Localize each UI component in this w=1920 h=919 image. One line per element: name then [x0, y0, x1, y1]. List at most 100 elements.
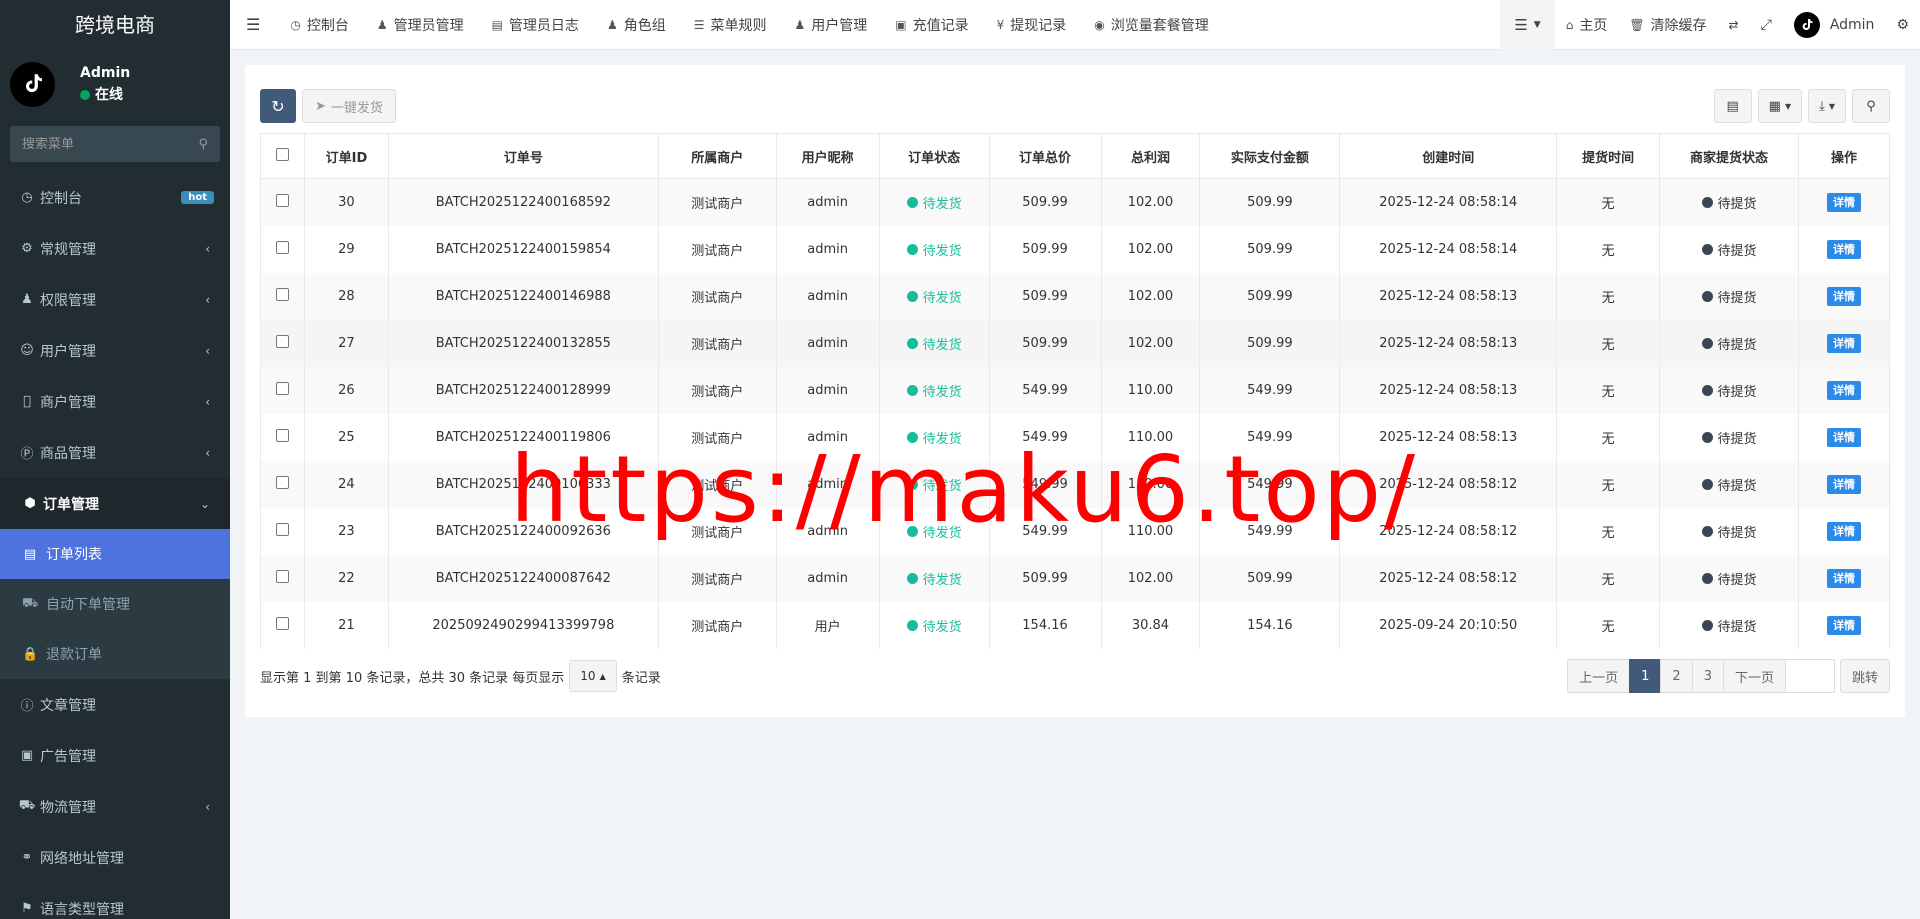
row-checkbox[interactable] — [275, 616, 289, 630]
row-checkbox[interactable] — [275, 569, 289, 583]
cell-merchant: 测试商户 — [657, 507, 777, 555]
row-checkbox[interactable] — [275, 428, 289, 442]
tab-admin-log[interactable]: ▤ 管理员日志 — [478, 0, 593, 50]
sidebar-item-dashboard[interactable]: ◷ 控制台 hot — [0, 172, 230, 223]
jump-button[interactable]: 跳转 — [1839, 659, 1890, 693]
cell-pickup-time: 无 — [1556, 178, 1661, 226]
cell-pickup-time: 无 — [1556, 319, 1661, 367]
columns-button[interactable]: ▦ ▼ — [1757, 89, 1803, 123]
language-switch-button[interactable]: ⇄ — [1718, 0, 1750, 50]
sidebar-item-articles[interactable]: ⓘ 文章管理 — [0, 679, 230, 730]
row-checkbox[interactable] — [275, 334, 289, 348]
sidebar-item-network[interactable]: ⚭ 网络地址管理 — [0, 832, 230, 883]
tab-list-dropdown[interactable]: ☰ ▼ — [1500, 0, 1555, 50]
row-checkbox[interactable] — [275, 240, 289, 254]
col-order-no[interactable]: 订单号 — [387, 133, 659, 179]
cell-profit: 102.00 — [1100, 319, 1201, 367]
sidebar-item-order-list[interactable]: ▤ 订单列表 — [0, 529, 230, 579]
app-title[interactable]: 跨境电商 — [0, 0, 230, 50]
detail-button[interactable]: 详情 — [1826, 287, 1861, 306]
status-dot-icon — [906, 619, 918, 631]
col-pickup-status[interactable]: 商家提货状态 — [1659, 133, 1799, 179]
row-checkbox[interactable] — [275, 522, 289, 536]
tab-label: 用户管理 — [811, 17, 868, 34]
detail-button[interactable]: 详情 — [1826, 475, 1861, 494]
sidebar-item-label: 常规管理 — [40, 241, 96, 258]
group-icon: ♟ — [21, 292, 33, 307]
clear-cache-button[interactable]: 🗑 清除缓存 — [1618, 0, 1717, 50]
col-order-status[interactable]: 订单状态 — [878, 133, 990, 179]
order-status-badge: 待发货 — [906, 193, 962, 212]
prev-page-button[interactable]: 上一页 — [1567, 659, 1631, 693]
table-toolbar: ↻ ➤ 一键发货 ▤ ▦ ▼ ⤓ ▼ ⚲ — [260, 89, 1890, 123]
tab-admin-manage[interactable]: ♟ 管理员管理 — [363, 0, 478, 50]
paper-plane-icon: ➤ — [315, 98, 326, 114]
settings-button[interactable]: ⚙ — [1885, 0, 1920, 50]
sidebar-item-general[interactable]: ⚙ 常规管理 ‹ — [0, 223, 230, 274]
sidebar-item-permission[interactable]: ♟ 权限管理 ‹ — [0, 274, 230, 325]
list-icon: ▤ — [23, 546, 37, 562]
export-button[interactable]: ⤓ ▼ — [1808, 89, 1846, 123]
sidebar-item-language[interactable]: ⚑ 语言类型管理 — [0, 883, 230, 919]
col-nickname[interactable]: 用户昵称 — [775, 133, 880, 179]
fullscreen-button[interactable]: ⤢ — [1750, 0, 1783, 50]
detail-button[interactable]: 详情 — [1826, 569, 1861, 588]
page-size-dropdown[interactable]: 10 ▲ — [569, 660, 617, 692]
sidebar-item-label: 商户管理 — [40, 394, 96, 411]
user-circle-icon: ☺ — [20, 343, 34, 358]
search-icon[interactable]: ⚲ — [198, 137, 208, 152]
page-3-button[interactable]: 3 — [1691, 659, 1724, 693]
sidebar-item-orders[interactable]: ⬢ 订单管理 ⌄ — [0, 478, 230, 529]
page-1-button[interactable]: 1 — [1629, 659, 1662, 693]
tab-withdraw[interactable]: ¥ 提现记录 — [983, 0, 1081, 50]
tab-role-group[interactable]: ♟ 角色组 — [593, 0, 680, 50]
col-paid[interactable]: 实际支付金额 — [1199, 133, 1341, 179]
sidebar-item-refund-order[interactable]: 🔒 退款订单 — [0, 629, 230, 679]
cell-profit: 102.00 — [1100, 225, 1201, 273]
detail-button[interactable]: 详情 — [1826, 240, 1861, 259]
one-click-ship-button[interactable]: ➤ 一键发货 — [302, 89, 396, 123]
detail-button[interactable]: 详情 — [1826, 522, 1861, 541]
sidebar-item-auto-order[interactable]: ⛟ 自动下单管理 — [0, 579, 230, 629]
chevron-down-icon: ⌄ — [199, 496, 210, 511]
row-checkbox[interactable] — [275, 381, 289, 395]
detail-button[interactable]: 详情 — [1826, 193, 1861, 213]
detail-button[interactable]: 详情 — [1826, 616, 1861, 635]
detail-button[interactable]: 详情 — [1826, 381, 1861, 400]
search-toggle-button[interactable]: ⚲ — [1852, 89, 1890, 123]
col-pickup-time[interactable]: 提货时间 — [1556, 133, 1661, 179]
row-checkbox[interactable] — [275, 287, 289, 301]
tab-user-manage[interactable]: ♟ 用户管理 — [780, 0, 881, 50]
col-merchant[interactable]: 所属商户 — [657, 133, 777, 179]
sidebar-item-ads[interactable]: ▣ 广告管理 — [0, 730, 230, 781]
content-panel: ↻ ➤ 一键发货 ▤ ▦ ▼ ⤓ ▼ ⚲ 订单ID 订单号 所属商户 用户昵称 订单状… — [245, 65, 1905, 717]
row-checkbox[interactable] — [275, 475, 289, 489]
tab-recharge[interactable]: ▣ 充值记录 — [881, 0, 982, 50]
sidebar-search-input[interactable] — [22, 136, 182, 152]
next-page-button[interactable]: 下一页 — [1722, 659, 1786, 693]
col-profit[interactable]: 总利润 — [1100, 133, 1201, 179]
page-2-button[interactable]: 2 — [1660, 659, 1693, 693]
tab-dashboard[interactable]: ◷ 控制台 — [276, 0, 362, 50]
sidebar-item-logistics[interactable]: ⛟ 物流管理 ‹ — [0, 781, 230, 832]
toggle-view-button[interactable]: ▤ — [1713, 89, 1752, 123]
jump-page-input[interactable] — [1784, 659, 1835, 693]
col-total[interactable]: 订单总价 — [988, 133, 1102, 179]
col-created[interactable]: 创建时间 — [1339, 133, 1558, 179]
tab-menu-rules[interactable]: ☰ 菜单规则 — [680, 0, 781, 50]
sidebar-toggle-button[interactable]: ☰ — [230, 0, 276, 50]
col-order-id[interactable]: 订单ID — [303, 133, 389, 179]
sidebar-item-merchants[interactable]:  商户管理 ‹ — [0, 376, 230, 427]
sidebar-item-users[interactable]: ☺ 用户管理 ‹ — [0, 325, 230, 376]
row-checkbox[interactable] — [275, 193, 289, 207]
refresh-button[interactable]: ↻ — [260, 89, 296, 123]
detail-button[interactable]: 详情 — [1826, 334, 1861, 353]
admin-menu[interactable]: Admin — [1783, 0, 1886, 50]
home-link[interactable]: ⌂ 主页 — [1555, 0, 1619, 50]
sidebar-item-products[interactable]: Ⓟ 商品管理 ‹ — [0, 427, 230, 478]
select-all-checkbox[interactable] — [275, 147, 289, 161]
detail-button[interactable]: 详情 — [1826, 428, 1861, 447]
cell-nickname: admin — [775, 554, 880, 602]
cell-id: 28 — [303, 272, 389, 320]
tab-views-package[interactable]: ◉ 浏览量套餐管理 — [1080, 0, 1222, 50]
